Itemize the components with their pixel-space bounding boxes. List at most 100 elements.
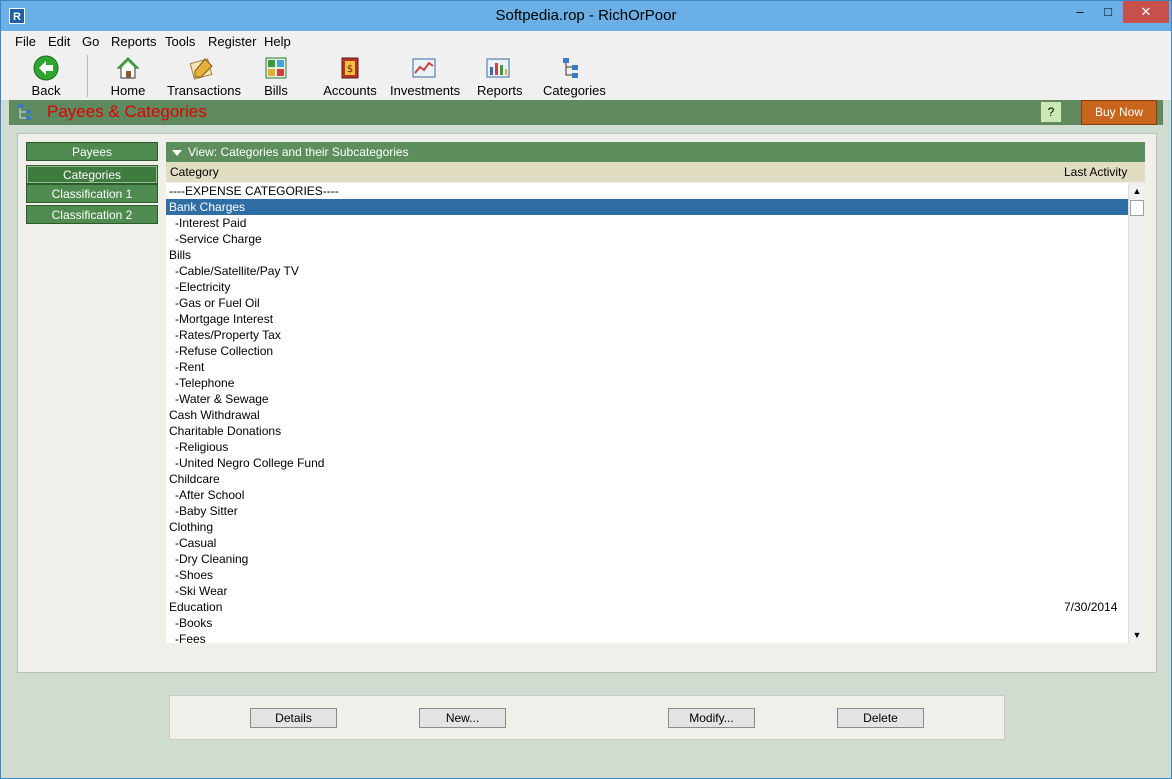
- menu-reports[interactable]: Reports: [111, 34, 157, 49]
- list-row[interactable]: -Rent: [166, 359, 1128, 375]
- list-row[interactable]: -Interest Paid: [166, 215, 1128, 231]
- window-title: Softpedia.rop - RichOrPoor: [495, 7, 677, 24]
- category-name: Bank Charges: [169, 200, 246, 214]
- sidebar-item-categories[interactable]: Categories: [26, 165, 158, 184]
- column-header-last-activity[interactable]: Last Activity: [1064, 162, 1127, 182]
- delete-button[interactable]: Delete: [837, 708, 924, 728]
- back-button[interactable]: Back: [27, 55, 65, 98]
- category-list[interactable]: ----EXPENSE CATEGORIES---- Bank Charges -I…: [166, 183, 1128, 643]
- main-panel: Payees Categories Classification 1 Class…: [17, 133, 1157, 673]
- category-name: -Ski Wear: [175, 584, 228, 598]
- buy-now-button[interactable]: Buy Now: [1081, 100, 1157, 125]
- bills-button[interactable]: Bills: [261, 55, 291, 98]
- scroll-thumb[interactable]: [1130, 200, 1144, 216]
- list-row[interactable]: -Ski Wear: [166, 583, 1128, 599]
- menu-help[interactable]: Help: [264, 34, 291, 49]
- home-button[interactable]: Home: [109, 55, 147, 98]
- list-row[interactable]: -Electricity: [166, 279, 1128, 295]
- category-name: -Books: [175, 616, 213, 630]
- menu-tools[interactable]: Tools: [165, 34, 195, 49]
- list-row[interactable]: Education 7/30/2014: [166, 599, 1128, 615]
- investments-icon: [412, 58, 436, 78]
- menu-register[interactable]: Register: [208, 34, 256, 49]
- list-row[interactable]: -Telephone: [166, 375, 1128, 391]
- category-name: -Mortgage Interest: [175, 312, 274, 326]
- list-row[interactable]: -Service Charge: [166, 231, 1128, 247]
- category-name: -Baby Sitter: [175, 504, 238, 518]
- reports-button[interactable]: Reports: [477, 55, 523, 98]
- title-bar[interactable]: R Softpedia.rop - RichOrPoor – □ ✕: [1, 1, 1171, 31]
- list-row[interactable]: Bills: [166, 247, 1128, 263]
- sidebar-item-classification-2[interactable]: Classification 2: [26, 205, 158, 224]
- home-label: Home: [110, 83, 146, 98]
- list-row[interactable]: ----EXPENSE CATEGORIES----: [166, 183, 1128, 199]
- category-name: -Service Charge: [175, 232, 262, 246]
- list-row[interactable]: -Cable/Satellite/Pay TV: [166, 263, 1128, 279]
- list-row[interactable]: -Water & Sewage: [166, 391, 1128, 407]
- maximize-button[interactable]: □: [1095, 1, 1121, 23]
- back-arrow-icon: [33, 55, 59, 81]
- column-header: Category Last Activity: [166, 162, 1145, 182]
- sidebar-item-classification-1[interactable]: Classification 1: [26, 184, 158, 203]
- scroll-up-arrow-icon[interactable]: ▲: [1129, 183, 1145, 199]
- details-button[interactable]: Details: [250, 708, 337, 728]
- list-row[interactable]: -Dry Cleaning: [166, 551, 1128, 567]
- list-row[interactable]: -Mortgage Interest: [166, 311, 1128, 327]
- list-row[interactable]: -Fees: [166, 631, 1128, 643]
- list-row[interactable]: -Casual: [166, 535, 1128, 551]
- list-row[interactable]: -After School: [166, 487, 1128, 503]
- category-name: -Electricity: [175, 280, 231, 294]
- list-row[interactable]: -Baby Sitter: [166, 503, 1128, 519]
- menu-edit[interactable]: Edit: [48, 34, 70, 49]
- list-row[interactable]: -United Negro College Fund: [166, 455, 1128, 471]
- list-row[interactable]: -Religious: [166, 439, 1128, 455]
- category-name: Education: [169, 600, 223, 614]
- category-name: -Telephone: [175, 376, 235, 390]
- list-row[interactable]: -Books: [166, 615, 1128, 631]
- category-name: -United Negro College Fund: [175, 456, 325, 470]
- category-name: -Shoes: [175, 568, 214, 582]
- transactions-icon: [189, 58, 213, 80]
- category-name: -Casual: [175, 536, 217, 550]
- section-title: Payees & Categories: [47, 102, 207, 121]
- scroll-down-arrow-icon[interactable]: ▼: [1129, 627, 1145, 643]
- list-row[interactable]: Cash Withdrawal: [166, 407, 1128, 423]
- reports-icon: [486, 58, 510, 78]
- category-name: -Rates/Property Tax: [175, 328, 281, 342]
- list-row[interactable]: -Rates/Property Tax: [166, 327, 1128, 343]
- category-name: ----EXPENSE CATEGORIES----: [169, 184, 339, 198]
- vertical-scrollbar[interactable]: ▲ ▼: [1128, 183, 1145, 643]
- list-row[interactable]: -Gas or Fuel Oil: [166, 295, 1128, 311]
- modify-button[interactable]: Modify...: [668, 708, 755, 728]
- reports-label: Reports: [477, 83, 523, 98]
- help-button[interactable]: ?: [1040, 101, 1062, 123]
- list-row[interactable]: -Refuse Collection: [166, 343, 1128, 359]
- menu-file[interactable]: File: [15, 34, 36, 49]
- menu-bar: File Edit Go Reports Tools Register Help: [1, 31, 1171, 53]
- category-name: Clothing: [169, 520, 214, 534]
- list-row[interactable]: Bank Charges: [166, 199, 1128, 215]
- toolbar: Back Home Transactions Bills $ Accounts …: [1, 53, 1171, 100]
- list-row[interactable]: Charitable Donations: [166, 423, 1128, 439]
- investments-label: Investments: [390, 83, 461, 98]
- category-name: Cash Withdrawal: [169, 408, 260, 422]
- column-header-category[interactable]: Category: [170, 162, 219, 182]
- app-window: R Softpedia.rop - RichOrPoor – □ ✕ File …: [0, 0, 1172, 779]
- list-row[interactable]: Clothing: [166, 519, 1128, 535]
- investments-button[interactable]: Investments: [390, 55, 461, 98]
- bills-label: Bills: [264, 83, 288, 98]
- close-button[interactable]: ✕: [1123, 1, 1169, 23]
- menu-go[interactable]: Go: [82, 34, 99, 49]
- minimize-button[interactable]: –: [1067, 1, 1093, 23]
- list-row[interactable]: -Shoes: [166, 567, 1128, 583]
- transactions-button[interactable]: Transactions: [167, 55, 241, 98]
- dropdown-arrow-icon: [172, 149, 182, 156]
- sidebar-item-payees[interactable]: Payees: [26, 142, 158, 161]
- list-row[interactable]: Childcare: [166, 471, 1128, 487]
- accounts-button[interactable]: $ Accounts: [323, 55, 377, 98]
- last-activity-date: 7/30/2014: [1064, 600, 1118, 614]
- categories-button[interactable]: Categories: [543, 55, 606, 98]
- new-button[interactable]: New...: [419, 708, 506, 728]
- view-selector[interactable]: View: Categories and their Subcategories: [166, 142, 1145, 162]
- categories-label: Categories: [543, 83, 606, 98]
